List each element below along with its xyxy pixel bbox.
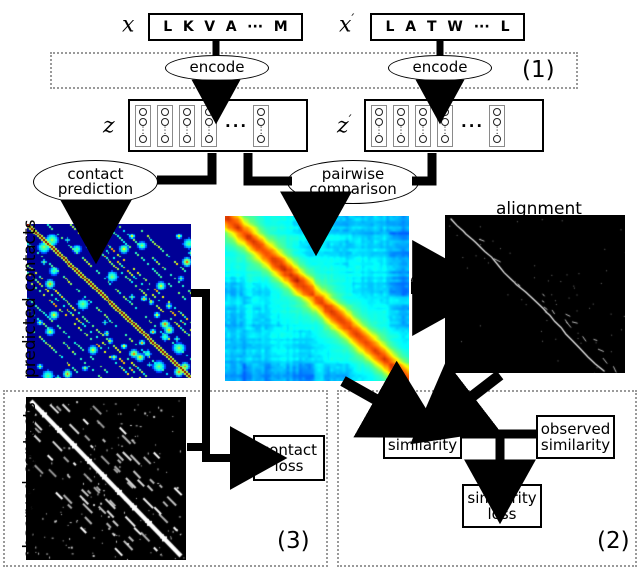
latent-column: ⋮ (371, 104, 387, 147)
region-3-label: (3) (277, 528, 310, 554)
latent-column: ⋮ (157, 104, 173, 147)
observed-contacts-label: observed contacts (20, 402, 40, 559)
latent-zprime-symbol: z (337, 113, 349, 139)
similarity-matrix-panel (225, 216, 409, 381)
region-1-box (50, 52, 578, 89)
predicted-contacts-label: predicted contacts (20, 219, 40, 378)
residue: M (273, 19, 288, 35)
residue: L (500, 19, 510, 35)
residue: L (163, 19, 173, 35)
contact-loss-box: contact loss (253, 435, 325, 481)
residue: W (447, 19, 463, 35)
encode-left-label: encode (189, 58, 245, 77)
observed-similarity-line1: observed (540, 419, 611, 438)
pairwise-comparison-ellipse: pairwise comparison (287, 160, 419, 204)
observed-contacts-panel (26, 397, 186, 560)
latent-ellipsis: ··· (225, 116, 249, 135)
residue: K (182, 19, 194, 35)
residue: A (405, 19, 417, 35)
alignment-panel (445, 215, 625, 373)
predicted-similarity-line2: similarity (387, 436, 458, 454)
clipped-caption (180, 0, 560, 3)
latent-column: ⋮ (415, 104, 431, 147)
sequence-xprime-prime: ′ (351, 12, 355, 27)
encode-right-ellipse: encode (388, 55, 492, 81)
latent-column: ⋮ (393, 104, 409, 147)
sequence-xprime-symbol: x (339, 12, 352, 38)
latent-zprime-label: z′ (337, 113, 352, 138)
latent-zprime-box: ⋮ ⋮ ⋮ ⋮ ··· ⋮ (364, 99, 544, 152)
connector-z-to-pairwise (243, 153, 292, 186)
residue: L (385, 19, 395, 35)
similarity-loss-box: similarity loss (462, 484, 542, 528)
encode-right-label: encode (412, 58, 468, 77)
ssa-label: SSA (418, 273, 443, 288)
latent-z-label: z (103, 113, 115, 138)
latent-column: ⋮ (437, 104, 453, 147)
latent-column: ⋮ (253, 104, 270, 147)
observed-similarity-box: observed similarity (536, 415, 615, 459)
contact-loss-line2: loss (274, 457, 304, 475)
similarity-loss-line2: loss (487, 505, 517, 523)
residue-ellipsis: ··· (473, 19, 490, 35)
sequence-xprime-box: L A T W ··· L (370, 13, 525, 41)
observed-similarity-line2: similarity (540, 436, 611, 454)
connector-z-to-contact-prediction (157, 153, 217, 185)
residue: T (426, 19, 437, 35)
sequence-x-box: L K V A ··· M (148, 13, 303, 41)
contact-loss-line1: contact (260, 440, 318, 459)
latent-zprime-prime: ′ (348, 113, 352, 128)
residue: V (204, 19, 216, 35)
encode-left-ellipse: encode (165, 55, 269, 81)
latent-ellipsis: ··· (461, 116, 485, 135)
latent-column: ⋮ (179, 104, 195, 147)
latent-column: ⋮ (135, 104, 151, 147)
residue: A (225, 19, 237, 35)
latent-z-symbol: z (103, 113, 115, 139)
residue-ellipsis: ··· (247, 19, 264, 35)
region-1-label: (1) (522, 57, 555, 83)
contact-prediction-ellipse: contact prediction (33, 160, 158, 204)
predicted-similarity-box: predicted similarity (383, 415, 462, 459)
predicted-contacts-panel (27, 224, 191, 378)
pairwise-comparison-line2: comparison (309, 180, 397, 198)
sequence-x-symbol: x (122, 12, 135, 38)
similarity-loss-line1: similarity (467, 488, 537, 507)
latent-column: ⋮ (489, 104, 506, 147)
latent-z-box: ⋮ ⋮ ⋮ ⋮ ··· ⋮ (128, 99, 308, 152)
sequence-x-label: x (122, 12, 134, 37)
predicted-similarity-line1: predicted (386, 419, 459, 438)
contact-prediction-line2: prediction (57, 180, 134, 198)
region-2-label: (2) (597, 528, 630, 554)
sequence-xprime-label: x′ (339, 12, 354, 37)
latent-column: ⋮ (201, 104, 217, 147)
